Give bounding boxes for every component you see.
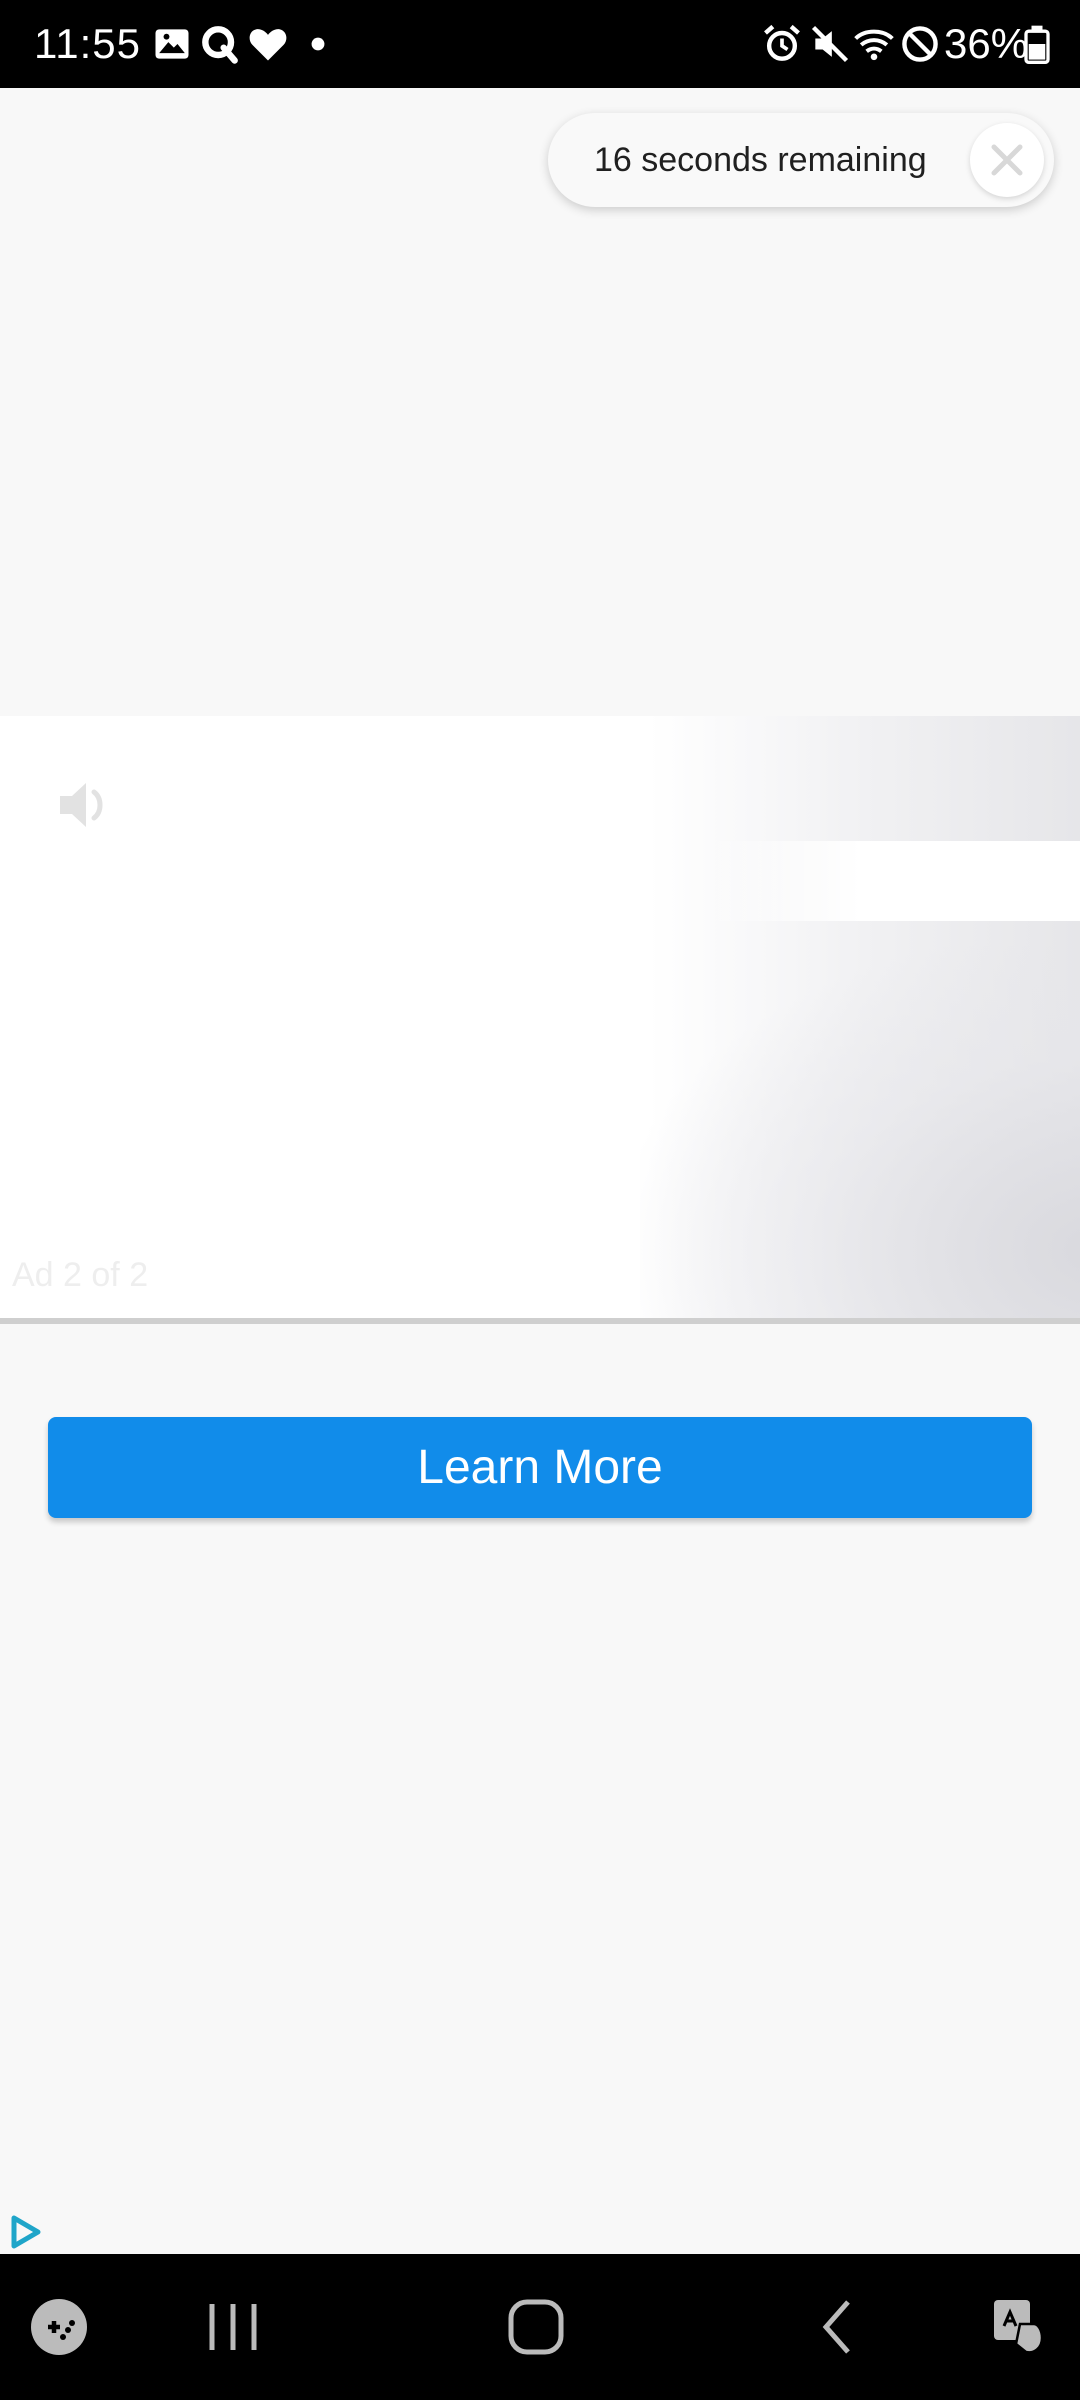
- navigation-bar: [0, 2254, 1080, 2400]
- status-time: 11:55: [34, 20, 141, 67]
- learn-more-button[interactable]: Learn More: [48, 1417, 1032, 1518]
- adchoices-icon[interactable]: [6, 2212, 46, 2252]
- home-icon[interactable]: [503, 2294, 569, 2360]
- video-progress-bar: [0, 1318, 1080, 1324]
- accessibility-icon[interactable]: [986, 2294, 1052, 2360]
- image-icon: [155, 29, 189, 59]
- ad-video[interactable]: Ad 2 of 2: [0, 716, 1080, 1319]
- q-app-icon: [202, 26, 238, 64]
- countdown-text: 16 seconds remaining: [594, 141, 927, 179]
- video-shade: [640, 946, 1080, 1319]
- ad-counter: Ad 2 of 2: [12, 1256, 149, 1294]
- back-icon[interactable]: [806, 2294, 872, 2360]
- wifi-icon: [854, 29, 894, 61]
- volume-icon: [60, 783, 103, 827]
- mute-icon: [811, 25, 849, 63]
- do-not-disturb-icon: [902, 26, 938, 62]
- volume-button[interactable]: [52, 772, 118, 838]
- heart-icon: [249, 29, 287, 61]
- close-icon: [991, 144, 1023, 176]
- video-streak: [700, 841, 1080, 921]
- close-ad-button[interactable]: [970, 123, 1044, 197]
- recent-apps-icon[interactable]: [200, 2294, 266, 2360]
- battery-icon: [1024, 25, 1050, 64]
- dot-icon: [311, 37, 325, 51]
- status-bar: 11:55 36%: [0, 0, 1080, 88]
- game-launcher-icon[interactable]: [26, 2294, 92, 2360]
- countdown-pill: 16 seconds remaining: [548, 113, 1054, 207]
- alarm-icon: [764, 24, 800, 61]
- battery-percent: 36%: [944, 20, 1029, 67]
